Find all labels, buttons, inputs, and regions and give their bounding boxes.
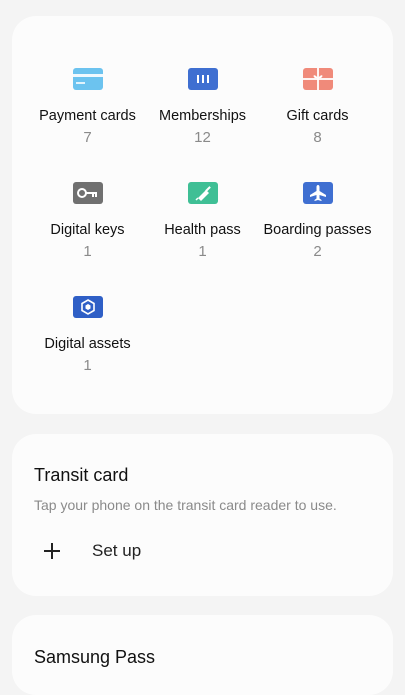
samsung-pass-section[interactable]: Samsung Pass bbox=[12, 615, 393, 695]
category-label: Boarding passes bbox=[263, 222, 372, 238]
category-gift-cards[interactable]: Gift cards 8 bbox=[254, 68, 381, 168]
transit-description: Tap your phone on the transit card reade… bbox=[34, 497, 337, 513]
category-digital-assets[interactable]: Digital assets 1 bbox=[24, 296, 151, 396]
syringe-icon bbox=[187, 182, 218, 204]
plus-icon bbox=[34, 538, 70, 564]
category-label: Digital keys bbox=[50, 222, 125, 238]
category-grid: Payment cards 7 Memberships 12 Gift card… bbox=[12, 16, 393, 414]
category-label: Gift cards bbox=[286, 108, 349, 124]
setup-label: Set up bbox=[92, 541, 142, 560]
category-payment-cards[interactable]: Payment cards 7 bbox=[24, 68, 151, 168]
category-health-pass[interactable]: Health pass 1 bbox=[139, 182, 266, 282]
category-label: Payment cards bbox=[39, 108, 136, 124]
gift-icon bbox=[302, 68, 333, 90]
category-count: 12 bbox=[194, 129, 211, 146]
category-count: 2 bbox=[313, 243, 322, 260]
category-label: Health pass bbox=[164, 222, 241, 238]
membership-card-icon bbox=[187, 68, 218, 90]
category-boarding-passes[interactable]: Boarding passes 2 bbox=[254, 182, 381, 282]
transit-card-section: Transit card Tap your phone on the trans… bbox=[12, 434, 393, 596]
wallet-categories-card: Payment cards 7 Memberships 12 Gift card… bbox=[12, 16, 393, 414]
category-count: 7 bbox=[83, 129, 92, 146]
hexagon-token-icon bbox=[72, 296, 103, 318]
transit-title: Transit card bbox=[34, 465, 129, 485]
category-label: Digital assets bbox=[44, 336, 131, 352]
setup-button[interactable]: Set up bbox=[34, 538, 234, 564]
category-count: 1 bbox=[198, 243, 207, 260]
category-count: 1 bbox=[83, 357, 92, 374]
airplane-icon bbox=[302, 182, 333, 204]
key-icon bbox=[72, 182, 103, 204]
category-count: 1 bbox=[83, 243, 92, 260]
credit-card-icon bbox=[72, 68, 103, 90]
samsung-pass-title: Samsung Pass bbox=[34, 647, 156, 667]
category-memberships[interactable]: Memberships 12 bbox=[139, 68, 266, 168]
category-label: Memberships bbox=[158, 108, 247, 124]
category-digital-keys[interactable]: Digital keys 1 bbox=[24, 182, 151, 282]
category-count: 8 bbox=[313, 129, 322, 146]
